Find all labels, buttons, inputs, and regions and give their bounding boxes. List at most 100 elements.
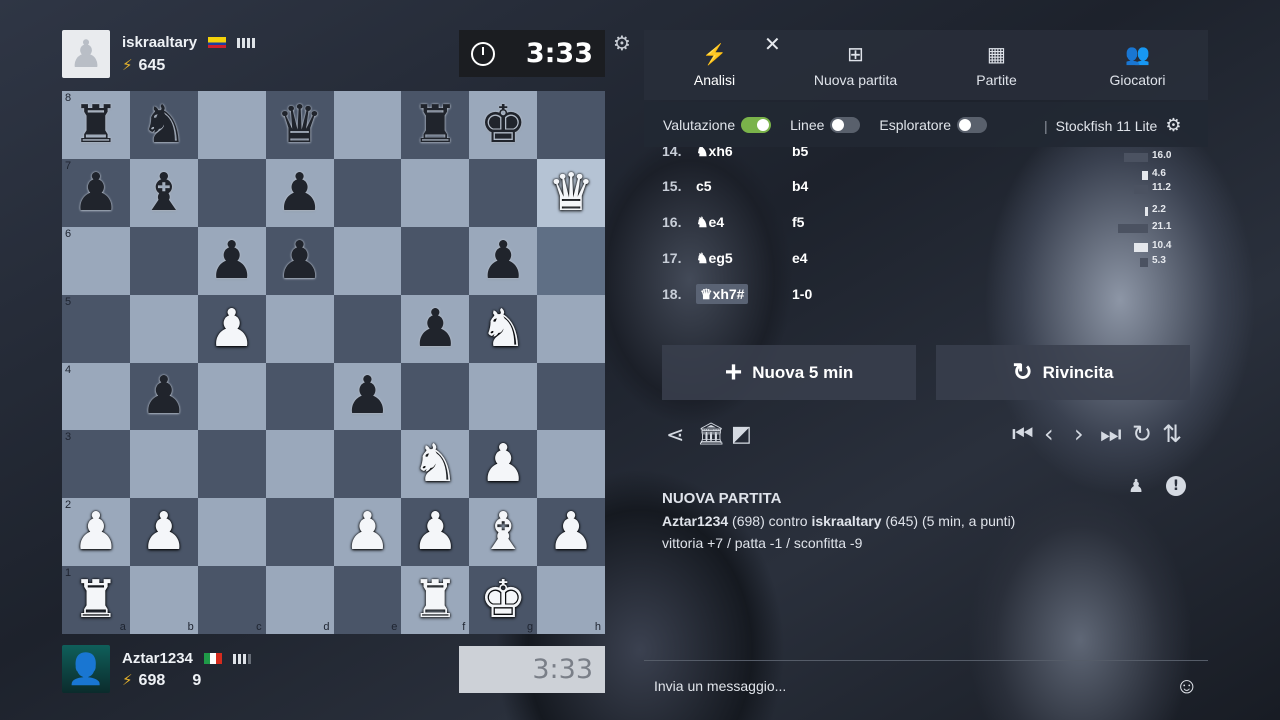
square-h2[interactable]: ♟: [537, 498, 605, 567]
square-f3[interactable]: ♞: [401, 430, 470, 499]
square-a7[interactable]: 7 ♟: [62, 158, 130, 227]
square-d5[interactable]: [265, 294, 334, 363]
square-e6[interactable]: [333, 226, 402, 295]
white-knight-icon[interactable]: ♞: [412, 438, 459, 490]
square-g8[interactable]: ♚: [469, 91, 538, 159]
square-d8[interactable]: ♛: [265, 91, 334, 159]
square-e2[interactable]: ♟: [333, 498, 402, 567]
top-player-avatar[interactable]: ♟: [62, 30, 110, 78]
square-b2[interactable]: ♟: [129, 498, 198, 567]
toggle-linee[interactable]: Linee: [790, 116, 861, 133]
square-f4[interactable]: [401, 362, 470, 431]
black-pawn-icon[interactable]: ♟: [276, 167, 323, 219]
toggle-switch[interactable]: [830, 116, 861, 133]
square-d7[interactable]: ♟: [265, 158, 334, 227]
square-f1[interactable]: f ♜: [401, 566, 470, 634]
square-c6[interactable]: ♟: [197, 226, 266, 295]
square-f5[interactable]: ♟: [401, 294, 470, 363]
engine-settings-gear-icon[interactable]: ⚙: [1165, 115, 1181, 136]
black-rook-icon[interactable]: ♜: [73, 99, 120, 151]
square-a3[interactable]: 3: [62, 430, 130, 499]
rematch-button[interactable]: ↻ Rivincita: [936, 345, 1190, 400]
square-a6[interactable]: 6: [62, 226, 130, 295]
tab-giocatori[interactable]: 👥 Giocatori: [1067, 30, 1208, 100]
close-icon[interactable]: ✕: [764, 32, 781, 56]
square-b7[interactable]: ♝: [129, 158, 198, 227]
square-e1[interactable]: e: [333, 566, 402, 634]
square-h4[interactable]: [537, 362, 605, 431]
square-c1[interactable]: c: [197, 566, 266, 634]
black-king-icon[interactable]: ♚: [480, 99, 527, 151]
square-a1[interactable]: 1 a ♜: [62, 566, 130, 634]
square-e4[interactable]: ♟: [333, 362, 402, 431]
white-move[interactable]: c5: [696, 178, 792, 194]
white-pawn-icon[interactable]: ♟: [344, 506, 391, 558]
square-h5[interactable]: [537, 294, 605, 363]
white-bishop-icon[interactable]: ♝: [480, 506, 527, 558]
black-knight-icon[interactable]: ♞: [141, 99, 188, 151]
current-move[interactable]: ♛xh7#: [696, 283, 749, 304]
black-move[interactable]: e4: [792, 250, 808, 266]
white-king-icon[interactable]: ♚: [480, 574, 527, 626]
square-e3[interactable]: [333, 430, 402, 499]
square-f6[interactable]: [401, 226, 470, 295]
white-pawn-icon[interactable]: ♟: [141, 506, 188, 558]
square-h3[interactable]: [537, 430, 605, 499]
square-d6[interactable]: ♟: [265, 226, 334, 295]
image-export-icon[interactable]: ◩: [731, 422, 752, 447]
move-row[interactable]: 18. ♛xh7# 1-0: [662, 281, 812, 307]
move-row[interactable]: 15. c5 b4: [662, 173, 808, 199]
black-pawn-icon[interactable]: ♟: [412, 303, 459, 355]
tab-nuova-partita[interactable]: ⊞ Nuova partita: [785, 30, 926, 100]
move-row[interactable]: 16. ♞e4 f5: [662, 209, 804, 235]
toggle-switch[interactable]: [957, 116, 987, 133]
white-queen-icon[interactable]: ♛: [548, 167, 595, 219]
black-move[interactable]: b5: [792, 147, 808, 159]
chessboard[interactable]: 8 ♜ ♞ ♛ ♜ ♚ 7 ♟ ♝ ♟ ♛ 6 ♟ ♟ ♟ 5 ♟ ♟ ♞ 4 ♟ ♟ 3 ♞ ♟ 2 ♟ ♟ ♟ ♟ ♝ ♟ 1 a ♜ b c d e f…: [62, 91, 605, 634]
flip-board-icon[interactable]: ⇅: [1162, 420, 1182, 448]
white-move[interactable]: ♞xh6: [696, 147, 792, 160]
square-g2[interactable]: ♝: [469, 498, 538, 567]
new-game-button[interactable]: + Nuova 5 min: [662, 345, 916, 400]
share-icon[interactable]: ⋖: [666, 423, 684, 448]
white-rook-icon[interactable]: ♜: [412, 574, 459, 626]
square-f8[interactable]: ♜: [401, 91, 470, 159]
first-move-icon[interactable]: ⏮: [1012, 420, 1034, 448]
toggle-esploratore[interactable]: Esploratore: [879, 116, 987, 133]
square-b6[interactable]: [129, 226, 198, 295]
square-c2[interactable]: [197, 498, 266, 567]
square-a4[interactable]: 4: [62, 362, 130, 431]
square-c5[interactable]: ♟: [197, 294, 266, 363]
square-c4[interactable]: [197, 362, 266, 431]
report-icon[interactable]: !: [1166, 476, 1186, 496]
tab-partite[interactable]: ▦ Partite: [926, 30, 1067, 100]
square-g7[interactable]: [469, 158, 538, 227]
square-g4[interactable]: [469, 362, 538, 431]
white-pawn-icon[interactable]: ♟: [73, 506, 120, 558]
toggle-switch[interactable]: [741, 116, 772, 133]
black-queen-icon[interactable]: ♛: [276, 99, 323, 151]
black-rook-icon[interactable]: ♜: [412, 99, 459, 151]
square-e7[interactable]: [333, 158, 402, 227]
next-move-icon[interactable]: ›: [1074, 420, 1084, 448]
white-move[interactable]: ♞eg5: [696, 250, 792, 267]
square-d1[interactable]: d: [265, 566, 334, 634]
square-b8[interactable]: ♞: [129, 91, 198, 159]
black-pawn-icon[interactable]: ♟: [480, 235, 527, 287]
black-pawn-icon[interactable]: ♟: [208, 235, 255, 287]
black-move[interactable]: b4: [792, 178, 808, 194]
square-h6[interactable]: [537, 226, 605, 295]
square-d3[interactable]: [265, 430, 334, 499]
reload-icon[interactable]: ↻: [1132, 420, 1152, 448]
info-black-player[interactable]: iskraaltary: [811, 513, 881, 529]
bottom-player-name[interactable]: Aztar1234: [122, 650, 193, 667]
square-b4[interactable]: ♟: [129, 362, 198, 431]
museum-icon[interactable]: 🏛: [697, 422, 725, 447]
info-white-player[interactable]: Aztar1234: [662, 513, 728, 529]
chat-input[interactable]: Invia un messaggio...: [654, 678, 786, 694]
square-g5[interactable]: ♞: [469, 294, 538, 363]
black-pawn-icon[interactable]: ♟: [73, 167, 120, 219]
square-f7[interactable]: [401, 158, 470, 227]
square-h8[interactable]: [537, 91, 605, 159]
square-c7[interactable]: [197, 158, 266, 227]
